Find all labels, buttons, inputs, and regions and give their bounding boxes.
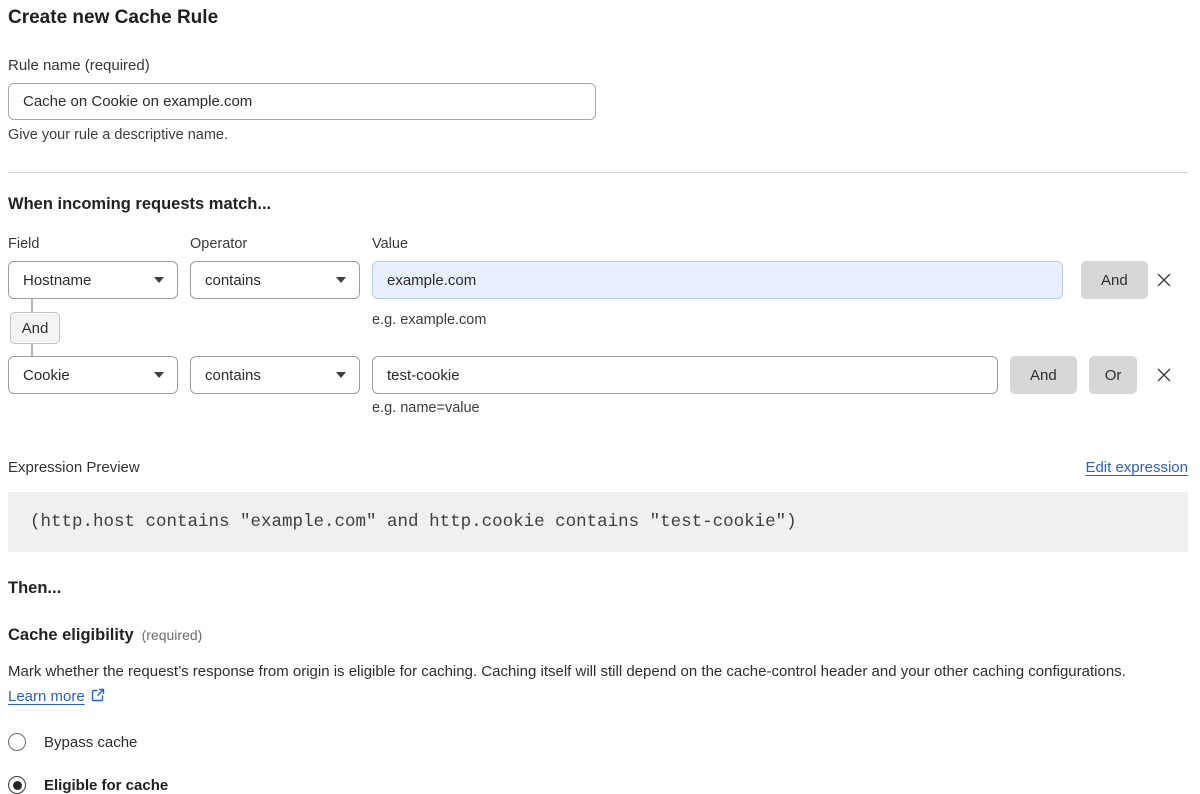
- value-column-label: Value: [372, 236, 408, 252]
- chevron-down-icon: [336, 372, 346, 378]
- rule-name-helper: Give your rule a descriptive name.: [8, 127, 1188, 144]
- value-input-row2[interactable]: [372, 356, 998, 394]
- condition-row: Cookie contains And Or: [8, 356, 1188, 394]
- radio-unselected-icon[interactable]: [8, 733, 26, 751]
- operator-select-row2-value: contains: [205, 367, 261, 384]
- cache-eligibility-heading: Cache eligibility (required): [8, 626, 1188, 645]
- connector-and-button[interactable]: And: [10, 312, 60, 344]
- match-heading: When incoming requests match...: [8, 194, 1188, 214]
- radio-selected-icon[interactable]: [8, 776, 26, 794]
- field-select-row1[interactable]: Hostname: [8, 261, 178, 299]
- rule-name-input[interactable]: [8, 83, 596, 120]
- condition-column-labels: Field Operator Value: [8, 236, 1188, 252]
- expression-preview-code: (http.host contains "example.com" and ht…: [8, 492, 1188, 552]
- chevron-down-icon: [336, 277, 346, 283]
- rule-name-label: Rule name (required): [8, 57, 1188, 75]
- field-column-label: Field: [8, 236, 190, 252]
- option-bypass-cache-label[interactable]: Bypass cache: [44, 734, 137, 751]
- field-select-row2-value: Cookie: [23, 367, 70, 384]
- operator-column-label: Operator: [190, 236, 372, 252]
- field-select-row1-value: Hostname: [23, 272, 91, 289]
- value-hint-row1: e.g. example.com: [372, 312, 486, 329]
- option-eligible-for-cache[interactable]: Eligible for cache: [8, 776, 1188, 794]
- operator-select-row2[interactable]: contains: [190, 356, 360, 394]
- value-input-row1[interactable]: [372, 261, 1063, 299]
- close-icon: [1155, 366, 1173, 384]
- section-divider: [8, 172, 1188, 173]
- option-eligible-for-cache-label[interactable]: Eligible for cache: [44, 777, 168, 794]
- condition-connector-area: e.g. example.com And: [8, 299, 1188, 356]
- chevron-down-icon: [154, 372, 164, 378]
- remove-condition-button-row1[interactable]: [1154, 270, 1174, 290]
- expression-preview-header: Expression Preview Edit expression: [8, 459, 1188, 476]
- remove-condition-button-row2[interactable]: [1154, 365, 1174, 385]
- page-title: Create new Cache Rule: [8, 6, 1188, 30]
- then-heading: Then...: [8, 578, 1188, 598]
- operator-select-row1-value: contains: [205, 272, 261, 289]
- cache-eligibility-description: Mark whether the request’s response from…: [8, 660, 1168, 709]
- expression-preview-label: Expression Preview: [8, 459, 140, 476]
- external-link-icon: [90, 687, 106, 703]
- add-and-condition-button-row2[interactable]: And: [1010, 356, 1077, 394]
- field-select-row2[interactable]: Cookie: [8, 356, 178, 394]
- learn-more-link[interactable]: Learn more: [8, 688, 85, 705]
- cache-eligibility-title: Cache eligibility: [8, 626, 134, 645]
- create-cache-rule-page: Create new Cache Rule Rule name (require…: [0, 0, 1188, 794]
- option-bypass-cache[interactable]: Bypass cache: [8, 733, 1188, 751]
- add-or-condition-button-row2[interactable]: Or: [1089, 356, 1138, 394]
- expression-text: (http.host contains "example.com" and ht…: [30, 512, 797, 532]
- description-text: Mark whether the request’s response from…: [8, 663, 1126, 680]
- close-icon: [1155, 271, 1173, 289]
- operator-select-row1[interactable]: contains: [190, 261, 360, 299]
- edit-expression-link[interactable]: Edit expression: [1085, 459, 1188, 476]
- condition-row: Hostname contains And: [8, 261, 1188, 299]
- add-and-condition-button-row1[interactable]: And: [1081, 261, 1148, 299]
- chevron-down-icon: [154, 277, 164, 283]
- value-hint-row2: e.g. name=value: [372, 400, 1188, 417]
- required-tag: (required): [142, 627, 203, 643]
